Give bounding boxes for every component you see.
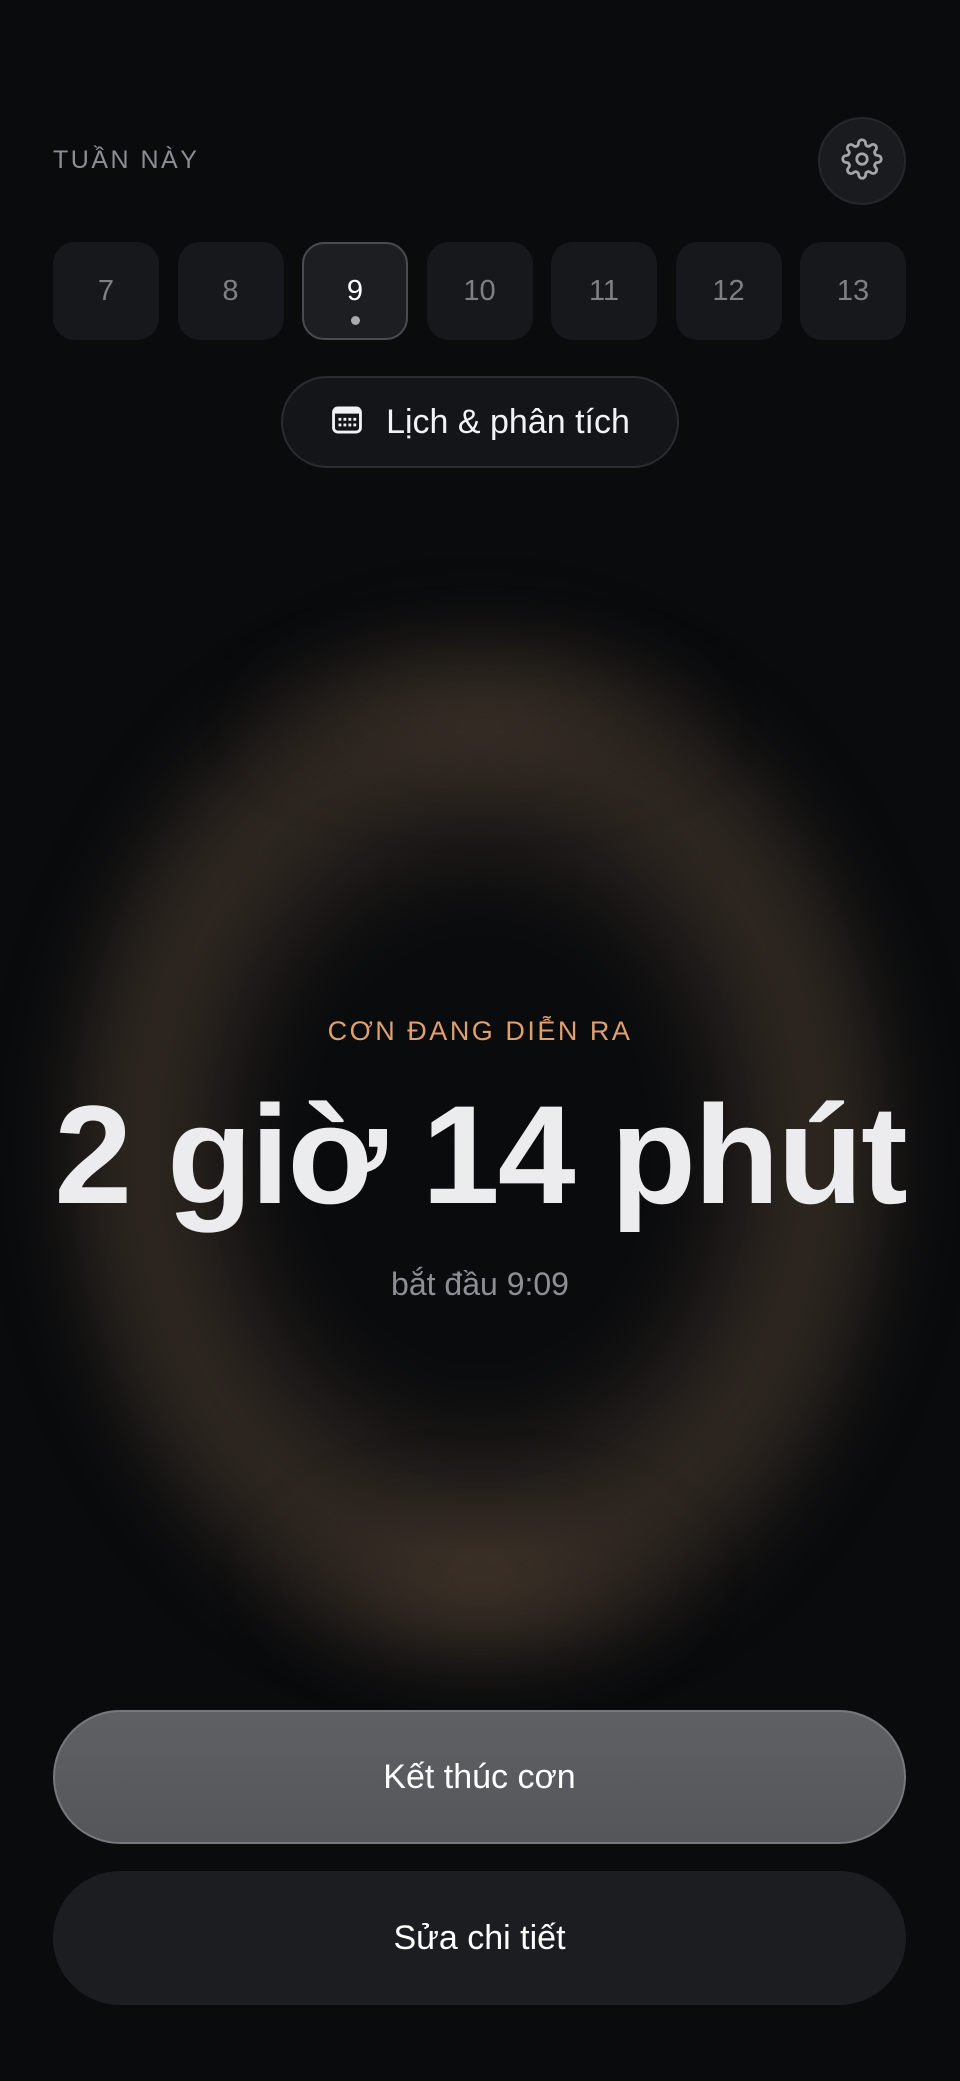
- day-8[interactable]: 8: [177, 242, 284, 340]
- contraction-timer-screen: TUẦN NÀY 7 8 9 10 11 12 13 Lịch & phân t…: [0, 0, 960, 2081]
- day-7[interactable]: 7: [53, 242, 159, 340]
- ambient-glow-bottom: [260, 1480, 700, 1680]
- day-label: 9: [346, 274, 364, 307]
- day-label: 13: [836, 274, 870, 307]
- calendar-analytics-button[interactable]: Lịch & phân tích: [281, 376, 679, 468]
- calendar-icon: [330, 403, 364, 442]
- day-label: 10: [463, 274, 496, 307]
- day-9-selected[interactable]: 9: [302, 242, 408, 340]
- day-11[interactable]: 11: [551, 242, 657, 340]
- ambient-glow-top: [240, 640, 720, 800]
- day-10[interactable]: 10: [426, 242, 533, 340]
- day-label: 7: [97, 274, 115, 307]
- settings-button[interactable]: [818, 117, 906, 205]
- day-13[interactable]: 13: [800, 242, 906, 340]
- today-dot: [350, 316, 360, 325]
- week-label: TUẦN NÀY: [53, 146, 200, 174]
- day-12[interactable]: 12: [675, 242, 782, 340]
- edit-details-button[interactable]: Sửa chi tiết: [53, 1871, 906, 2005]
- elapsed-time: 2 giờ 14 phút: [54, 1076, 907, 1233]
- day-label: 11: [588, 274, 620, 307]
- calendar-analytics-label: Lịch & phân tích: [386, 402, 630, 441]
- start-time: bắt đầu 9:09: [391, 1266, 569, 1302]
- day-label: 12: [712, 274, 745, 307]
- day-strip: 7 8 9 10 11 12 13: [53, 242, 906, 340]
- gear-icon: [841, 137, 883, 185]
- day-label: 8: [222, 274, 239, 307]
- contraction-status: CƠN ĐANG DIỄN RA: [327, 1016, 633, 1046]
- end-contraction-button[interactable]: Kết thúc cơn: [53, 1710, 906, 1844]
